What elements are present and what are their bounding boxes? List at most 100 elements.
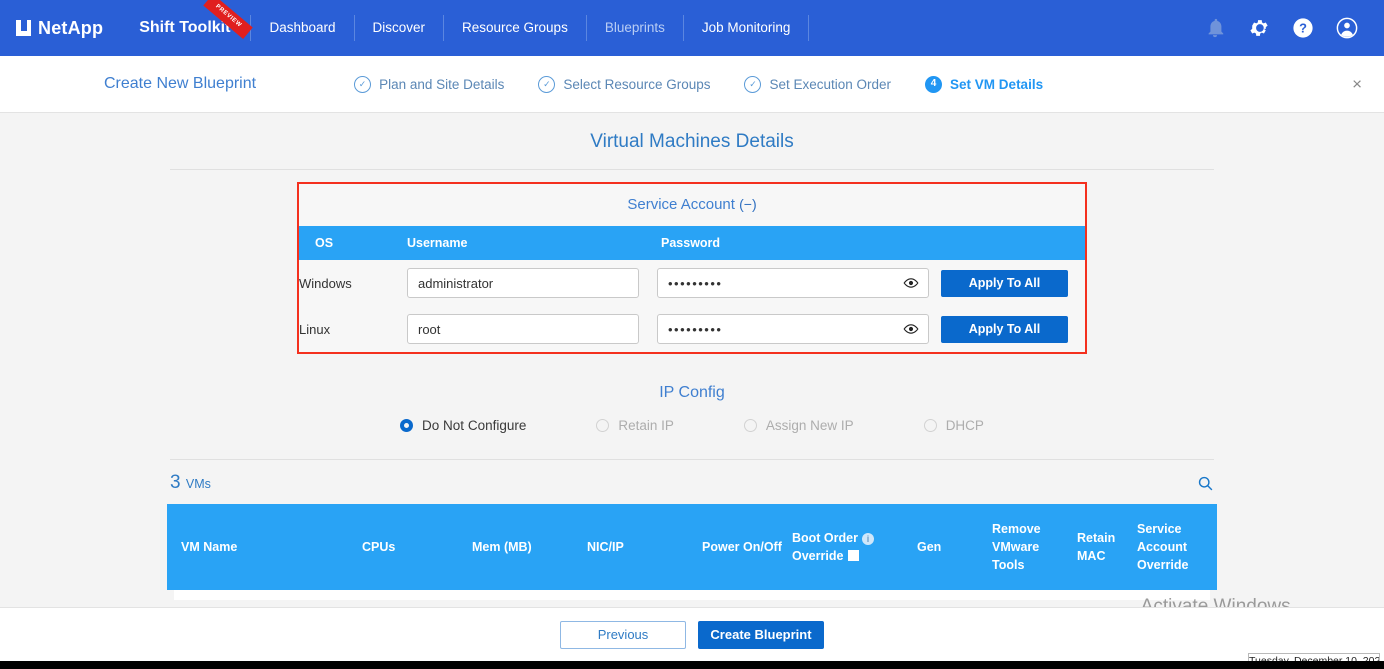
column-header-gen: Gen — [907, 504, 982, 590]
close-icon[interactable]: × — [1352, 76, 1362, 93]
override-text: Override — [792, 549, 844, 563]
radio-indicator — [743, 419, 757, 432]
boot-order-override-checkbox[interactable] — [848, 550, 860, 561]
column-header-mem-mb: Mem (MB) — [462, 504, 577, 590]
password-cell: Apply To All — [657, 260, 1085, 306]
step-number-badge: 4 — [925, 75, 943, 93]
username-cell — [407, 260, 657, 306]
top-nav-actions: ? — [1204, 17, 1384, 39]
username-cell — [407, 306, 657, 352]
vm-list-toolbar: 3 VMs — [170, 472, 1214, 494]
radio-do-not-configure[interactable]: Do Not Configure — [400, 418, 526, 433]
radio-label: Do Not Configure — [422, 418, 527, 433]
username-input-windows[interactable] — [407, 268, 639, 298]
table-header-row: VM Name CPUs Mem (MB) NIC/IP Power On/Of… — [167, 504, 1217, 590]
ip-config-radio-group: Do Not Configure Retain IP Assign New IP… — [170, 418, 1214, 433]
step-label: Set VM Details — [950, 76, 1044, 92]
password-field-wrapper-linux — [657, 314, 929, 344]
apply-to-all-button-linux[interactable]: Apply To All — [941, 315, 1068, 343]
breadcrumb: Create New Blueprint — [104, 75, 257, 92]
vm-details-panel: Service Account (−) OS Username Password… — [170, 169, 1214, 433]
wizard-footer: Previous Create Blueprint — [0, 607, 1384, 661]
table-header-row: OS Username Password — [299, 226, 1085, 260]
column-header-password: Password — [657, 226, 1085, 260]
radio-label: DHCP — [945, 418, 984, 433]
search-icon[interactable] — [1197, 475, 1214, 492]
radio-assign-new-ip[interactable]: Assign New IP — [743, 418, 854, 433]
radio-dhcp[interactable]: DHCP — [923, 418, 984, 433]
nav-item-dashboard[interactable]: Dashboard — [251, 0, 353, 56]
info-icon[interactable]: i — [861, 532, 874, 545]
nav-item-job-monitoring[interactable]: Job Monitoring — [684, 0, 809, 56]
nav-item-discover[interactable]: Discover — [355, 0, 444, 56]
service-account-table: OS Username Password Windows administrat… — [299, 226, 1085, 352]
gear-icon[interactable] — [1248, 17, 1270, 39]
service-account-table-body: Windows administrator ••••••••• Apply To… — [299, 260, 1085, 352]
page-title: Virtual Machines Details — [590, 131, 794, 152]
vm-count-number: 3 — [170, 472, 181, 493]
column-header-boot-order-override: Boot Order i Override — [782, 504, 907, 590]
step-select-resource-groups[interactable]: Select Resource Groups — [538, 75, 710, 93]
service-account-header: Service Account (−) — [299, 184, 1085, 226]
vm-count-unit: VMs — [185, 477, 211, 491]
radio-label: Assign New IP — [765, 418, 854, 433]
collapse-toggle-icon[interactable]: (−) — [739, 196, 757, 212]
username-input-linux[interactable] — [407, 314, 639, 344]
password-input-linux[interactable] — [657, 314, 929, 344]
app-window: NetApp Shift Toolkit PREVIEW Dashboard D… — [0, 0, 1384, 669]
top-navigation-bar: NetApp Shift Toolkit PREVIEW Dashboard D… — [0, 0, 1384, 56]
vm-table-body-clipped — [174, 590, 1210, 600]
column-header-service-account-override: Service Account Override — [1127, 504, 1217, 590]
password-field-wrapper-windows — [657, 268, 929, 298]
password-cell: Apply To All — [657, 306, 1085, 352]
account-icon[interactable] — [1336, 17, 1358, 39]
bell-icon[interactable] — [1204, 17, 1226, 39]
column-header-cpus: CPUs — [352, 504, 462, 590]
step-plan-and-site-details[interactable]: Plan and Site Details — [354, 75, 505, 93]
column-header-nic-ip: NIC/IP — [577, 504, 692, 590]
step-label: Set Execution Order — [769, 76, 892, 92]
password-input-windows[interactable] — [657, 268, 929, 298]
os-label-linux: Linux — [299, 321, 331, 337]
wizard-step-bar: Create New Blueprint Plan and Site Detai… — [0, 56, 1384, 113]
apply-to-all-button-windows[interactable]: Apply To All — [941, 269, 1068, 297]
netapp-logo[interactable]: NetApp — [0, 18, 103, 39]
help-icon[interactable]: ? — [1292, 17, 1314, 39]
ip-config-title: IP Config — [659, 384, 725, 401]
section-divider — [170, 459, 1214, 460]
column-header-os: OS — [299, 226, 407, 260]
nav-item-resource-groups[interactable]: Resource Groups — [444, 0, 586, 56]
table-row: Linux root ••••••••• Apply To All — [299, 306, 1085, 352]
vm-count: 3 VMs — [170, 472, 211, 494]
eye-icon[interactable] — [903, 275, 919, 291]
nav-divider — [808, 15, 810, 41]
os-label-windows: Windows — [299, 275, 352, 291]
vm-table-header: VM Name CPUs Mem (MB) NIC/IP Power On/Of… — [167, 504, 1217, 590]
column-header-remove-vmware-tools: Remove VMware Tools — [982, 504, 1067, 590]
check-circle-icon — [744, 75, 762, 93]
radio-retain-ip[interactable]: Retain IP — [596, 418, 674, 433]
radio-label: Retain IP — [618, 418, 674, 433]
service-account-section: Service Account (−) OS Username Password… — [297, 182, 1087, 354]
step-set-execution-order[interactable]: Set Execution Order — [744, 75, 892, 93]
column-header-username: Username — [407, 226, 657, 260]
eye-icon[interactable] — [903, 321, 919, 337]
check-circle-icon — [538, 75, 556, 93]
radio-indicator — [400, 419, 414, 432]
column-header-power-on-off: Power On/Off — [692, 504, 782, 590]
product-brand-text: Shift Toolkit — [139, 19, 231, 36]
wizard-steps: Plan and Site Details Select Resource Gr… — [354, 75, 1044, 93]
product-brand: Shift Toolkit PREVIEW — [139, 0, 254, 39]
column-header-retain-mac: Retain MAC — [1067, 504, 1127, 590]
previous-button[interactable]: Previous — [560, 620, 686, 649]
step-set-vm-details[interactable]: 4 Set VM Details — [925, 75, 1044, 93]
column-header-vm-name: VM Name — [167, 504, 352, 590]
boot-order-text: Boot Order — [792, 530, 858, 545]
create-blueprint-button[interactable]: Create Blueprint — [698, 620, 824, 649]
main-content: Virtual Machines Details Service Account… — [0, 113, 1384, 631]
svg-text:?: ? — [1299, 21, 1307, 36]
nav-item-blueprints[interactable]: Blueprints — [587, 0, 683, 56]
netapp-logo-text: NetApp — [38, 17, 104, 38]
step-label: Plan and Site Details — [379, 76, 505, 92]
table-row: Windows administrator ••••••••• Apply To… — [299, 260, 1085, 306]
